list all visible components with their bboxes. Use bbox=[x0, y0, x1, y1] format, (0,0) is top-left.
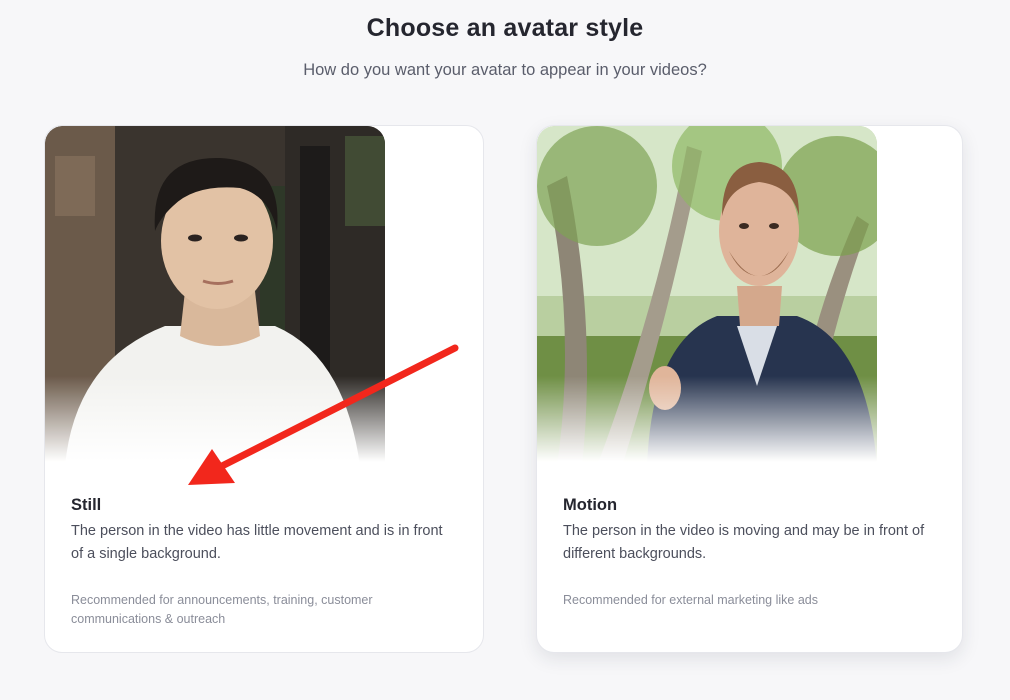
card-recommendation: Recommended for external marketing like … bbox=[563, 593, 818, 607]
card-description: The person in the video has little movem… bbox=[71, 523, 443, 562]
card-recommendation: Recommended for announcements, training,… bbox=[71, 593, 373, 626]
avatar-style-card-still[interactable]: Still The person in the video has little… bbox=[44, 125, 484, 653]
avatar-still-photo bbox=[45, 126, 385, 466]
avatar-motion-photo bbox=[537, 126, 877, 466]
page-title: Choose an avatar style bbox=[366, 14, 644, 42]
card-title: Still bbox=[71, 496, 102, 514]
avatar-style-card-motion[interactable]: Motion The person in the video is moving… bbox=[536, 125, 963, 653]
card-title: Motion bbox=[563, 496, 618, 514]
card-description: The person in the video is moving and ma… bbox=[563, 523, 925, 562]
page-subtitle: How do you want your avatar to appear in… bbox=[303, 61, 707, 79]
